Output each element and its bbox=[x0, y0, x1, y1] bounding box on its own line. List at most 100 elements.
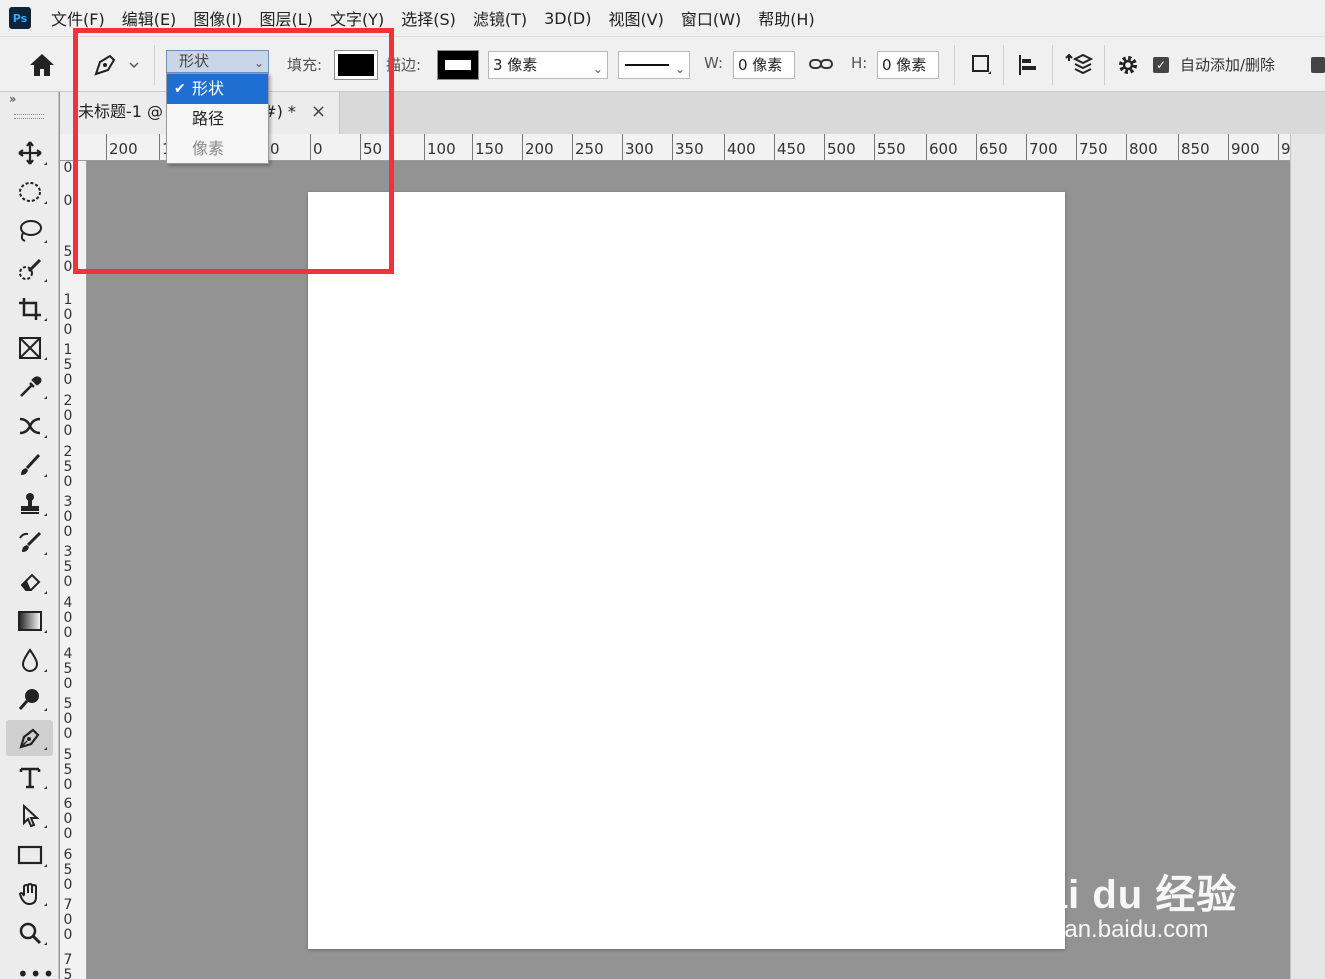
ruler-tick-label: 300 bbox=[622, 134, 654, 160]
document-canvas[interactable] bbox=[308, 192, 1065, 949]
ruler-tick-label: 750 bbox=[1076, 134, 1108, 160]
auto-add-delete-checkbox[interactable]: ✓ bbox=[1153, 57, 1169, 73]
stroke-line-preview bbox=[625, 64, 669, 66]
chevron-down-icon[interactable]: ⌄ bbox=[593, 56, 603, 82]
watermark-brand: Bai du 经验 bbox=[1015, 873, 1238, 917]
stroke-width-value: 3 像素 bbox=[493, 56, 538, 74]
height-value: 0 像素 bbox=[882, 56, 927, 74]
gear-icon[interactable] bbox=[1116, 53, 1140, 81]
ruler-tick-label: 300 bbox=[63, 494, 73, 540]
ruler-tick-label: 95 bbox=[1278, 134, 1290, 160]
hand-icon[interactable] bbox=[6, 876, 53, 912]
menu-view[interactable]: 视图(V) bbox=[608, 6, 663, 30]
type-icon[interactable] bbox=[6, 759, 53, 795]
ruler-tick-label: 650 bbox=[63, 847, 73, 893]
stroke-width-field[interactable]: 3 像素 ⌄ bbox=[488, 51, 608, 79]
ruler-tick-label: 150 bbox=[472, 134, 504, 160]
separator bbox=[1052, 45, 1053, 85]
menu-type[interactable]: 文字(Y) bbox=[330, 6, 384, 30]
height-field[interactable]: 0 像素 bbox=[877, 51, 939, 79]
width-label: W: bbox=[704, 54, 724, 72]
menu-filter[interactable]: 滤镜(T) bbox=[473, 6, 527, 30]
chevron-down-icon[interactable]: ⌄ bbox=[675, 56, 685, 82]
blur-icon[interactable] bbox=[6, 642, 53, 678]
menu-edit[interactable]: 编辑(E) bbox=[122, 6, 177, 30]
ruler-tick-label: 100 bbox=[63, 292, 73, 338]
ruler-tick-label: 800 bbox=[1126, 134, 1158, 160]
stroke-swatch[interactable] bbox=[437, 50, 479, 80]
ruler-tick-label: 600 bbox=[63, 796, 73, 842]
rectangle-icon[interactable] bbox=[6, 837, 53, 873]
ruler-tick-label: 200 bbox=[63, 393, 73, 439]
move-icon[interactable] bbox=[6, 135, 53, 171]
path-arrangement-icon[interactable] bbox=[1065, 51, 1094, 83]
menu-file[interactable]: 文件(F) bbox=[51, 6, 105, 30]
dodge-icon[interactable] bbox=[6, 681, 53, 717]
link-icon[interactable] bbox=[809, 54, 833, 78]
baidu-jingyan-watermark: Bai du 经验 jingyan.baidu.com bbox=[1015, 862, 1237, 944]
ruler-tick-label: 700 bbox=[63, 897, 73, 943]
stamp-icon[interactable] bbox=[6, 486, 53, 522]
separator bbox=[1104, 45, 1105, 85]
separator bbox=[954, 45, 955, 85]
collapse-panel-icon[interactable]: » bbox=[9, 92, 16, 106]
highlight-box bbox=[73, 28, 394, 274]
stroke-type-select[interactable]: ⌄ bbox=[618, 51, 690, 79]
ruler-tick-label: 450 bbox=[774, 134, 806, 160]
gradient-icon[interactable] bbox=[6, 603, 53, 639]
zoom-icon[interactable] bbox=[6, 915, 53, 951]
stroke-swatch-inner bbox=[445, 60, 471, 70]
menu-help[interactable]: 帮助(H) bbox=[758, 6, 815, 30]
ruler-tick-label: 900 bbox=[1228, 134, 1260, 160]
eraser-icon[interactable] bbox=[6, 564, 53, 600]
ellipse-marquee-icon[interactable] bbox=[6, 174, 53, 210]
ruler-tick-label: 100 bbox=[424, 134, 456, 160]
ruler-tick-label: 75 bbox=[63, 952, 73, 979]
auto-add-delete-label[interactable]: 自动添加/删除 bbox=[1180, 54, 1275, 75]
separator bbox=[1003, 45, 1004, 85]
ruler-tick-label: 350 bbox=[63, 544, 73, 590]
ruler-tick-label: 250 bbox=[572, 134, 604, 160]
width-value: 0 像素 bbox=[738, 56, 783, 74]
frame-icon[interactable] bbox=[6, 330, 53, 366]
right-panel-strip[interactable] bbox=[1290, 134, 1325, 979]
photoshop-logo-icon: Ps bbox=[9, 7, 31, 29]
panel-grip[interactable] bbox=[14, 114, 44, 119]
path-alignment-icon[interactable] bbox=[1016, 53, 1040, 81]
ruler-tick-label: 550 bbox=[63, 747, 73, 793]
ruler-tick-label: 200 bbox=[522, 134, 554, 160]
ruler-tick-label: 400 bbox=[63, 595, 73, 641]
ruler-tick-label: 500 bbox=[824, 134, 856, 160]
menu-3d[interactable]: 3D(D) bbox=[544, 9, 591, 28]
path-operations-icon[interactable] bbox=[970, 53, 994, 81]
align-edges-checkbox[interactable] bbox=[1311, 57, 1325, 73]
tools-panel: » ••• bbox=[0, 92, 59, 979]
pen-icon[interactable] bbox=[6, 720, 53, 756]
crop-icon[interactable] bbox=[6, 291, 53, 327]
more-icon[interactable]: ••• bbox=[17, 962, 55, 979]
vertical-ruler[interactable]: 0 0 50 100 150 200 250 300 350 400 450 500 550 600 650… bbox=[60, 161, 87, 979]
ruler-tick-label: 850 bbox=[1178, 134, 1210, 160]
home-icon[interactable] bbox=[28, 52, 56, 82]
ruler-tick-label: 400 bbox=[724, 134, 756, 160]
ruler-tick-label: 450 bbox=[63, 646, 73, 692]
quick-select-icon[interactable] bbox=[6, 252, 53, 288]
path-select-icon[interactable] bbox=[6, 798, 53, 834]
watermark-url: jingyan.baidu.com bbox=[1015, 916, 1209, 943]
menu-window[interactable]: 窗口(W) bbox=[681, 6, 741, 30]
ruler-tick-label: 500 bbox=[63, 696, 73, 742]
ruler-tick-label: 350 bbox=[672, 134, 704, 160]
menu-image[interactable]: 图像(I) bbox=[193, 6, 242, 30]
ruler-tick-label: 700 bbox=[1026, 134, 1058, 160]
lasso-icon[interactable] bbox=[6, 213, 53, 249]
healing-icon[interactable] bbox=[6, 408, 53, 444]
menu-select[interactable]: 选择(S) bbox=[401, 6, 456, 30]
menu-layer[interactable]: 图层(L) bbox=[260, 6, 313, 30]
eyedropper-icon[interactable] bbox=[6, 369, 53, 405]
ruler-tick-label: 650 bbox=[976, 134, 1008, 160]
ruler-tick-label: 550 bbox=[874, 134, 906, 160]
history-brush-icon[interactable] bbox=[6, 525, 53, 561]
ruler-tick-label: 250 bbox=[63, 444, 73, 490]
brush-icon[interactable] bbox=[6, 447, 53, 483]
width-field[interactable]: 0 像素 bbox=[733, 51, 795, 79]
